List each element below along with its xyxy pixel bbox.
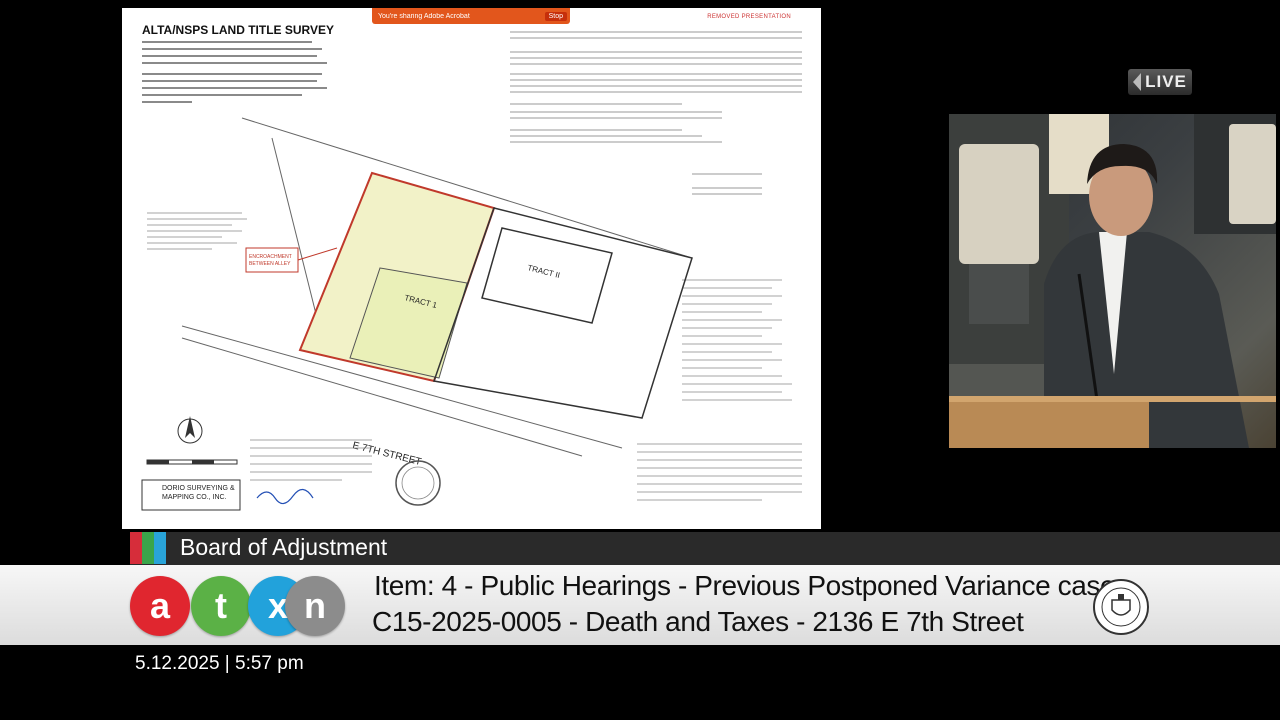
atxn-logo-a-icon: a: [130, 576, 190, 636]
shared-document: ENCROACHMENT BETWEEN ALLEY TRACT 1 TRACT…: [122, 8, 821, 529]
stop-sharing-button[interactable]: Stop: [544, 11, 567, 21]
svg-text:DORIO SURVEYING &: DORIO SURVEYING &: [162, 485, 235, 492]
atxn-logo-t-icon: t: [191, 576, 251, 636]
city-of-austin-seal-icon: [1093, 579, 1149, 635]
screen-share-bar: You're sharing Adobe Acrobat Stop: [372, 8, 570, 24]
board-accent-stripes: [130, 532, 166, 564]
live-badge: LIVE: [1128, 69, 1192, 95]
svg-text:ENCROACHMENT: ENCROACHMENT: [249, 254, 292, 260]
svg-text:TRACT II: TRACT II: [527, 263, 561, 280]
live-label: LIVE: [1145, 72, 1187, 91]
atxn-logo-n-icon: n: [285, 576, 345, 636]
share-message: You're sharing Adobe Acrobat: [378, 12, 470, 20]
live-arrow-icon: [1133, 73, 1142, 91]
document-title: ALTA/NSPS LAND TITLE SURVEY: [142, 23, 335, 37]
document-corner-label: REMOVED PRESENTATION: [707, 14, 791, 20]
agenda-item-title: Item: 4 - Public Hearings - Previous Pos…: [374, 570, 1129, 601]
survey-drawing: ENCROACHMENT BETWEEN ALLEY TRACT 1 TRACT…: [141, 31, 802, 511]
svg-text:BETWEEN ALLEY: BETWEEN ALLEY: [249, 261, 291, 267]
speaker-video: [949, 114, 1276, 448]
broadcast-datetime: 5.12.2025 | 5:57 pm: [135, 653, 304, 674]
svg-text:MAPPING CO., INC.: MAPPING CO., INC.: [162, 494, 227, 501]
agenda-case-title: C15-2025-0005 - Death and Taxes - 2136 E…: [372, 606, 1024, 637]
board-title: Board of Adjustment: [180, 534, 388, 560]
